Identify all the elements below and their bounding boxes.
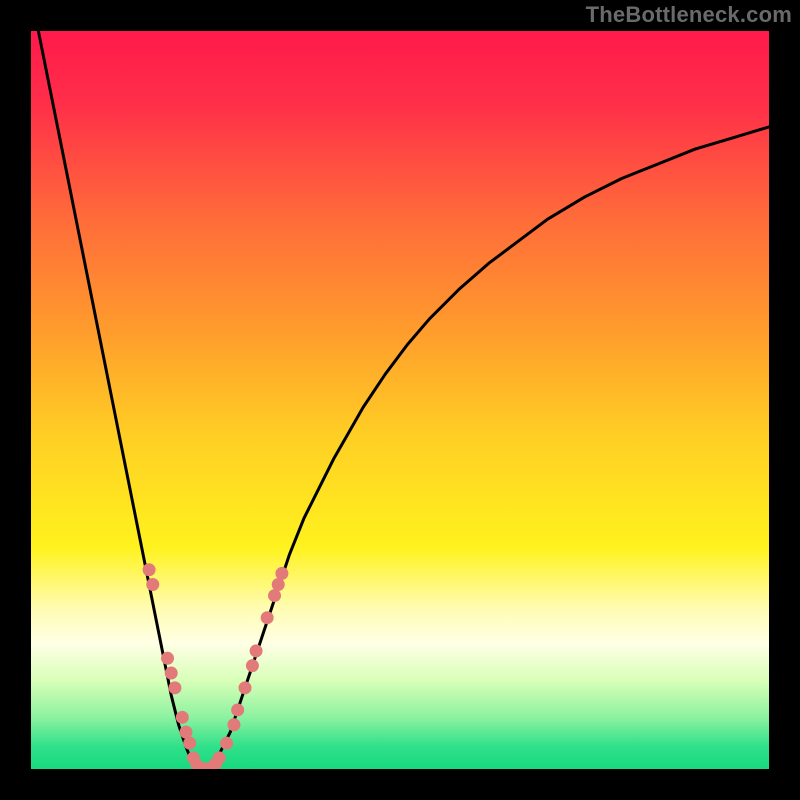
data-marker xyxy=(272,578,285,591)
watermark-text: TheBottleneck.com xyxy=(586,2,792,28)
data-marker xyxy=(183,737,196,750)
data-marker xyxy=(261,611,274,624)
data-marker xyxy=(250,644,263,657)
plot-area xyxy=(31,31,769,769)
data-marker xyxy=(146,578,159,591)
data-marker xyxy=(143,563,156,576)
data-marker xyxy=(165,667,178,680)
data-marker xyxy=(213,751,226,764)
bottleneck-curve xyxy=(31,31,769,769)
chart-svg xyxy=(31,31,769,769)
data-marker xyxy=(246,659,259,672)
data-marker xyxy=(268,589,281,602)
data-marker xyxy=(275,567,288,580)
data-marker xyxy=(161,652,174,665)
data-marker xyxy=(239,681,252,694)
data-marker xyxy=(168,681,181,694)
data-marker xyxy=(227,718,240,731)
outer-frame: TheBottleneck.com xyxy=(0,0,800,800)
data-marker xyxy=(220,737,233,750)
data-marker xyxy=(231,703,244,716)
data-marker xyxy=(176,711,189,724)
data-marker xyxy=(179,726,192,739)
